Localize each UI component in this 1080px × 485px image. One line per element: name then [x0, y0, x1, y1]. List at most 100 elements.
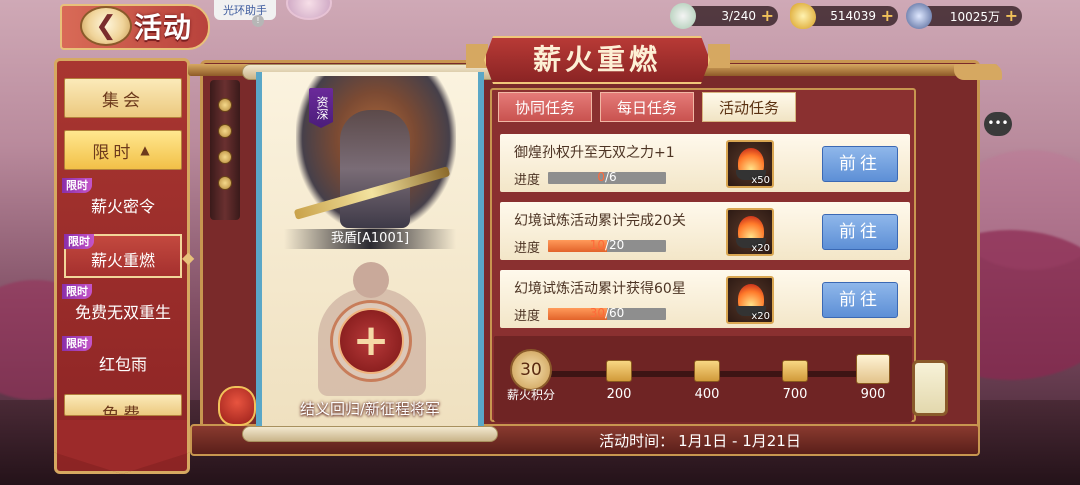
menu-group-gathering[interactable]: 集会: [64, 78, 182, 118]
milestone-chest-icon[interactable]: [782, 360, 808, 382]
milestone-chest-icon[interactable]: [694, 360, 720, 382]
menu-group-label: 集会: [102, 90, 144, 111]
go-button[interactable]: 前往: [822, 146, 898, 182]
progress-label: 进度: [514, 241, 541, 256]
back-button[interactable]: ❮: [80, 6, 132, 46]
progress-total: /60: [604, 306, 625, 320]
reward-item[interactable]: x20: [726, 276, 774, 324]
add-stamina-button[interactable]: +: [761, 7, 774, 25]
active-indicator-icon: ◆: [182, 248, 195, 267]
task-title: 幻境试炼活动累计获得60星: [514, 281, 686, 297]
event-time-range: 1月1日 - 1月21日: [678, 432, 801, 450]
progress-label: 进度: [514, 173, 541, 188]
progress-total: /6: [604, 170, 617, 184]
menu-item-label: 红包雨: [98, 355, 147, 374]
limited-tag: 限时: [64, 234, 94, 249]
menu-item-label: 免费无双重生: [74, 303, 171, 322]
progress-current: 30: [589, 306, 605, 320]
tab-cooperative-tasks[interactable]: 协同任务: [498, 92, 592, 122]
limited-tag: 限时: [62, 178, 92, 193]
milestone-chest-icon[interactable]: [606, 360, 632, 382]
task-title: 御煌孙权升至无双之力+1: [514, 145, 675, 161]
back-arrow-icon: ❮: [95, 11, 117, 41]
coin-ornament-icon: [218, 150, 232, 164]
tab-event-tasks[interactable]: 活动任务: [702, 92, 796, 122]
task-row: 幻境试炼活动累计获得60星 进度 30/60 x20 前往: [500, 270, 910, 328]
menu-item-free-rebirth[interactable]: 限时 免费无双重生: [62, 284, 182, 330]
menu-group-label: 限时: [92, 142, 135, 163]
progress-text: 30/60: [548, 306, 666, 321]
coin-ornament-icon: [218, 176, 232, 190]
page-title: 活动: [134, 11, 193, 44]
resource-gold: 514039 +: [790, 3, 898, 29]
menu-group-limited[interactable]: 限时 ▲: [64, 130, 182, 170]
chat-icon[interactable]: •••: [984, 112, 1012, 136]
menu-item-rekindle[interactable]: 限时 薪火重燃: [64, 234, 182, 278]
reward-item[interactable]: x50: [726, 140, 774, 188]
lucky-bag-icon[interactable]: [218, 386, 256, 426]
coin-ornament-icon: [218, 98, 232, 112]
task-title: 幻境试炼活动累计完成20关: [514, 213, 686, 229]
event-title: 薪火重燃: [484, 36, 710, 84]
game-screen: ❮ 活动 光环助手 ! 3/240 + 514039 + 10025万 + 集会…: [0, 0, 1080, 485]
reward-count: x20: [751, 311, 770, 322]
resource-stamina: 3/240 +: [670, 3, 778, 29]
menu-item-label: 薪火重燃: [90, 251, 155, 270]
reward-count: x20: [751, 243, 770, 254]
task-row: 幻境试炼活动累计完成20关 进度 10/20 x20 前往: [500, 202, 910, 260]
recruit-plus-button[interactable]: +: [338, 308, 404, 374]
tab-daily-tasks[interactable]: 每日任务: [600, 92, 694, 122]
progress-text: 10/20: [548, 238, 666, 253]
menu-item-red-packet-rain[interactable]: 限时 红包雨: [62, 336, 182, 382]
progress-current: 10: [589, 238, 605, 252]
milestone-value: 700: [782, 387, 808, 402]
resource-value: 10025万: [949, 9, 1000, 24]
frame-ornament: [954, 64, 1002, 80]
event-time-label: 活动时间：: [599, 432, 675, 450]
go-button[interactable]: 前往: [822, 214, 898, 250]
resource-silver: 10025万 +: [906, 3, 1022, 29]
scroll-bottom-rod: [242, 426, 498, 442]
limited-tag: 限时: [62, 284, 92, 299]
hero-name: 我盾[A1001]: [284, 229, 456, 249]
menu-item-secret-order[interactable]: 限时 薪火密令: [62, 178, 182, 224]
helper-info-icon[interactable]: !: [252, 15, 264, 27]
progress-text: 0/6: [548, 170, 666, 185]
menu-group-label: 免费: [102, 405, 144, 416]
quality-badge: 资深: [309, 88, 333, 128]
gold-ingot-icon: [790, 3, 816, 29]
milestone-value: 200: [606, 387, 632, 402]
progress-total: /20: [604, 238, 625, 252]
avatar[interactable]: [286, 0, 332, 20]
limited-tag: 限时: [62, 336, 92, 351]
plaque-ornament: [466, 44, 488, 68]
chevron-up-icon: ▲: [140, 143, 154, 157]
event-time: 活动时间： 1月1日 - 1月21日: [560, 430, 840, 451]
progress-current: 0: [597, 170, 605, 184]
coin-ornament-icon: [218, 124, 232, 138]
resource-value: 514039: [830, 9, 876, 23]
hero-silhouette-head: [353, 262, 389, 298]
reward-item[interactable]: x20: [726, 208, 774, 256]
progress-label: 进度: [514, 309, 541, 324]
milestone-chest-big-icon[interactable]: [856, 354, 890, 384]
plaque-ornament: [708, 44, 730, 68]
silver-coin-icon: [906, 3, 932, 29]
score-label: 薪火积分: [506, 388, 555, 402]
milestone-value: 400: [694, 387, 720, 402]
milestone-value: 900: [860, 387, 886, 402]
recruit-label: 结义回归/新征程将军: [299, 400, 441, 418]
add-gold-button[interactable]: +: [881, 7, 894, 25]
resource-value: 3/240: [721, 9, 756, 23]
task-row: 御煌孙权升至无双之力+1 进度 0/6 x50 前往: [500, 134, 910, 192]
lantern-icon: [912, 360, 948, 416]
helper-button[interactable]: 光环助手: [214, 0, 276, 20]
hero-figure: [340, 110, 410, 228]
add-silver-button[interactable]: +: [1005, 7, 1018, 25]
reward-count: x50: [751, 175, 770, 186]
menu-item-label: 薪火密令: [90, 197, 155, 216]
score-badge: 30: [510, 349, 552, 391]
menu-group-free[interactable]: 免费: [64, 394, 182, 416]
stamina-icon: [670, 3, 696, 29]
go-button[interactable]: 前往: [822, 282, 898, 318]
